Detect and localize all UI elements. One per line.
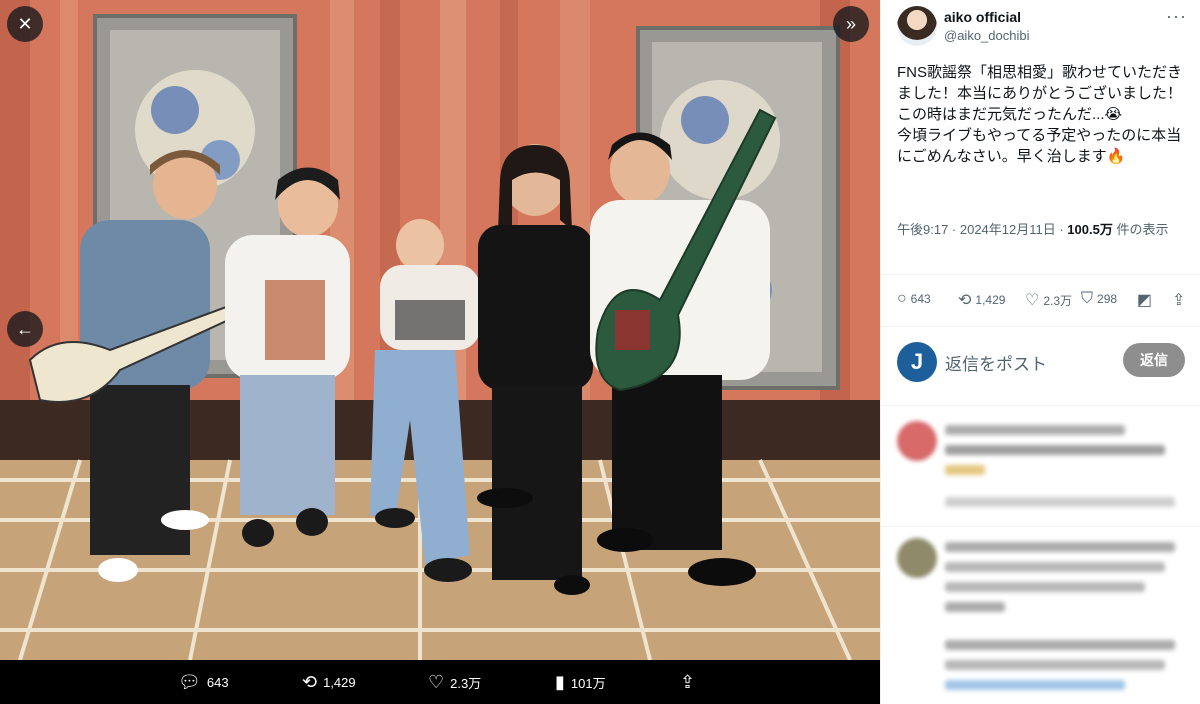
display-name[interactable]: aiko official xyxy=(944,9,1021,25)
tweet-meta: 午後9:17 · 2024年12月11日 · 100.5万 件の表示 xyxy=(897,220,1189,240)
blurred-text xyxy=(945,465,985,475)
media-repost-count: 1,429 xyxy=(323,674,356,690)
media-share-button[interactable]: ⇪ xyxy=(680,660,695,704)
grok-icon: ◩ xyxy=(1137,292,1153,309)
media-reply-count: 643 xyxy=(206,674,229,690)
tweet-header: aiko official @aiko_dochibi ··· xyxy=(881,0,1200,50)
media-reply-button[interactable]: 💬︎ 643 xyxy=(178,660,229,704)
like-count: 2.3万 xyxy=(1043,293,1073,308)
repost-count: 1,429 xyxy=(975,293,1006,307)
photo-illustration xyxy=(0,0,880,660)
blurred-text xyxy=(945,497,1175,507)
close-icon: ✕ xyxy=(17,13,33,34)
bookmark-count: 298 xyxy=(1097,292,1118,306)
share-button[interactable]: ⇪ xyxy=(1172,290,1185,310)
reply-icon: 💬︎ xyxy=(178,672,201,692)
reply-button[interactable]: ○ 643 xyxy=(897,290,931,308)
previous-button[interactable]: ← xyxy=(7,311,43,347)
bookmark-button[interactable]: ⛉ 298 xyxy=(1081,290,1117,308)
media-repost-button[interactable]: ⟲ 1,429 xyxy=(302,660,356,704)
photo[interactable] xyxy=(0,0,880,660)
divider xyxy=(881,274,1200,275)
blurred-text xyxy=(945,425,1125,435)
media-like-count: 2.3万 xyxy=(450,675,482,691)
arrow-left-icon: ← xyxy=(16,318,34,339)
repost-icon: ⟲ xyxy=(302,672,318,692)
reply-composer: J 返信をポスト 返信 xyxy=(881,336,1200,392)
blurred-text xyxy=(945,660,1165,670)
close-button[interactable]: ✕ xyxy=(7,6,43,42)
heart-icon: ♡ xyxy=(1025,292,1040,309)
blurred-text xyxy=(945,542,1175,552)
list-item[interactable] xyxy=(881,534,1200,624)
heart-icon: ♡ xyxy=(428,672,445,692)
blurred-text xyxy=(945,562,1165,572)
reply-count: 643 xyxy=(910,292,931,306)
share-icon: ⇪ xyxy=(680,672,696,692)
view-label: 件の表示 xyxy=(1112,222,1169,237)
user-avatar: J xyxy=(897,342,937,382)
divider xyxy=(881,526,1200,527)
blurred-text xyxy=(945,680,1125,690)
list-item[interactable] xyxy=(881,634,1200,704)
blurred-text xyxy=(945,640,1175,650)
tweet-panel: aiko official @aiko_dochibi ··· FNS歌謡祭「相… xyxy=(880,0,1200,704)
divider xyxy=(881,405,1200,406)
like-button[interactable]: ♡ 2.3万 xyxy=(1025,290,1072,310)
media-like-button[interactable]: ♡ 2.3万 xyxy=(428,660,481,704)
divider xyxy=(881,326,1200,327)
media-views-button[interactable]: ▮ 101万 xyxy=(555,660,606,704)
bookmark-icon: ⛉ xyxy=(1081,290,1094,307)
reply-avatar xyxy=(897,421,937,461)
media-viewer: ✕ » ← 💬︎ 643 ⟲ 1,429 ♡ 2.3万 ▮ 101万 ⇪ xyxy=(0,0,880,704)
repost-button[interactable]: ⟲ 1,429 xyxy=(958,290,1005,310)
tweet-text: FNS歌謡祭「相思相愛」歌わせていただきました！本当にありがとうございました！こ… xyxy=(897,64,1183,165)
handle[interactable]: @aiko_dochibi xyxy=(944,28,1029,43)
grok-button[interactable]: ◩ xyxy=(1137,290,1152,310)
more-icon[interactable]: ··· xyxy=(1166,6,1187,27)
view-count: 100.5万 xyxy=(1067,222,1113,237)
media-views-count: 101万 xyxy=(570,675,606,691)
reply-submit-button[interactable]: 返信 xyxy=(1123,343,1185,377)
avatar[interactable] xyxy=(897,6,937,46)
timestamp[interactable]: 午後9:17 · 2024年12月11日 · xyxy=(897,222,1067,237)
media-action-bar: 💬︎ 643 ⟲ 1,429 ♡ 2.3万 ▮ 101万 ⇪ xyxy=(0,660,880,704)
blurred-text xyxy=(945,445,1165,455)
blurred-text xyxy=(945,582,1145,592)
expand-panel-button[interactable]: » xyxy=(833,6,869,42)
blurred-text xyxy=(945,602,1005,612)
analytics-icon: ▮ xyxy=(555,672,565,692)
reply-icon: ○ xyxy=(897,290,907,307)
reply-input[interactable]: 返信をポスト xyxy=(945,350,1047,375)
repost-icon: ⟲ xyxy=(958,292,972,309)
expand-icon: » xyxy=(845,13,856,34)
tweet-stats: ○ 643 ⟲ 1,429 ♡ 2.3万 ⛉ 298 ◩ ⇪ xyxy=(897,290,1189,314)
list-item[interactable] xyxy=(881,415,1200,525)
reply-avatar xyxy=(897,538,937,578)
share-icon: ⇪ xyxy=(1172,292,1186,309)
